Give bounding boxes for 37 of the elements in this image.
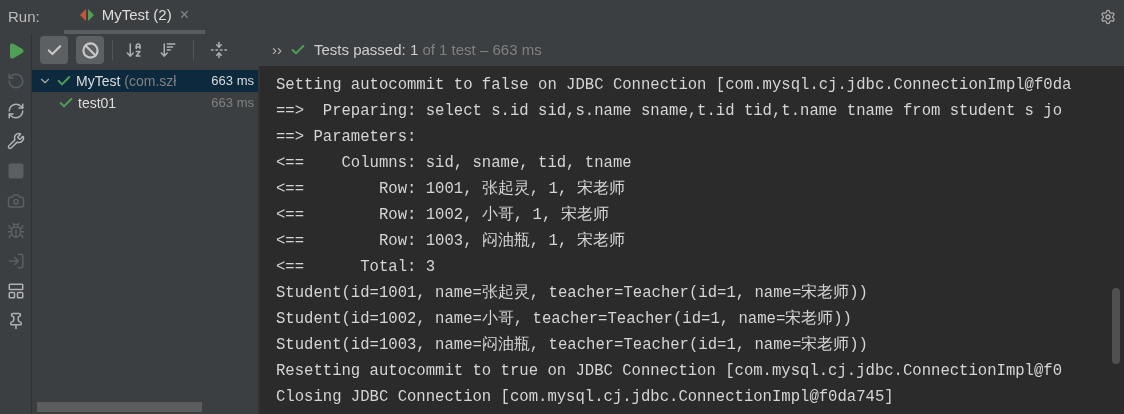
console-line: Setting autocommit to false on JDBC Connection [com.mysql.cj.jdbc.ConnectionImpl@f0da (276, 75, 1072, 96)
console-line: ==> Parameters: (276, 127, 418, 148)
console-line: <== Row: 1003, 闷油瓶, 1, 宋老师 (276, 230, 625, 252)
console-line: <== Row: 1002, 小哥, 1, 宋老师 (276, 204, 609, 226)
collapse-icon[interactable] (210, 41, 228, 59)
sort-alpha-icon[interactable] (125, 41, 143, 59)
show-passed-button[interactable] (40, 36, 68, 64)
test-time: 663 ms (211, 94, 254, 113)
test-name: test01 (78, 93, 117, 113)
tree-item[interactable]: test01 663 ms (32, 92, 258, 114)
more-button[interactable]: ›› (272, 38, 282, 62)
console-line: Student(id=1002, name=小哥, teacher=Teacher(id=1, name=宋老师)) (276, 308, 852, 330)
console-line: ==> Preparing: select s.id sid,s.name sname,t.id tid,t.name tname from student s jo (276, 101, 1063, 122)
scrollbar[interactable] (37, 402, 202, 412)
wrench-icon[interactable] (6, 132, 25, 150)
console-line: <== Columns: sid, sname, tid, tname (276, 153, 632, 174)
console-line: Student(id=1001, name=张起灵, teacher=Teacher(id=1, name=宋老师)) (276, 282, 868, 304)
sort-duration-icon[interactable] (159, 41, 177, 59)
settings-icon[interactable] (1100, 9, 1116, 25)
test-package: (com.szł (124, 71, 177, 91)
run-tab[interactable]: MyTest (2) × (63, 0, 206, 34)
tree-item[interactable]: MyTest (com.szł 663 ms (32, 70, 258, 92)
refresh-icon[interactable] (6, 102, 25, 120)
console-line: <== Total: 3 (276, 257, 436, 278)
console-line: <== Row: 1001, 张起灵, 1, 宋老师 (276, 178, 625, 200)
test-time: 663 ms (211, 72, 254, 91)
show-ignored-button[interactable] (76, 36, 104, 64)
test-icon (79, 9, 94, 21)
run-label: Run: (8, 6, 40, 27)
test-status: Tests passed: 1 of 1 test – 663 ms (314, 39, 542, 60)
console-line: Student(id=1003, name=闷油瓶, teacher=Teacher(id=1, name=宋老师)) (276, 334, 868, 356)
console-line: Closing JDBC Connection [com.mysql.cj.jdbc.ConnectionImpl@f0da745] (276, 387, 894, 408)
ban-icon (81, 41, 99, 59)
layout-icon[interactable] (6, 282, 25, 300)
scrollbar[interactable] (1112, 288, 1120, 364)
test-name: MyTest (76, 71, 121, 91)
console-line: Resetting autocommit to true on JDBC Connection [com.mysql.cj.jdbc.ConnectionImpl@f0 (276, 361, 1063, 382)
